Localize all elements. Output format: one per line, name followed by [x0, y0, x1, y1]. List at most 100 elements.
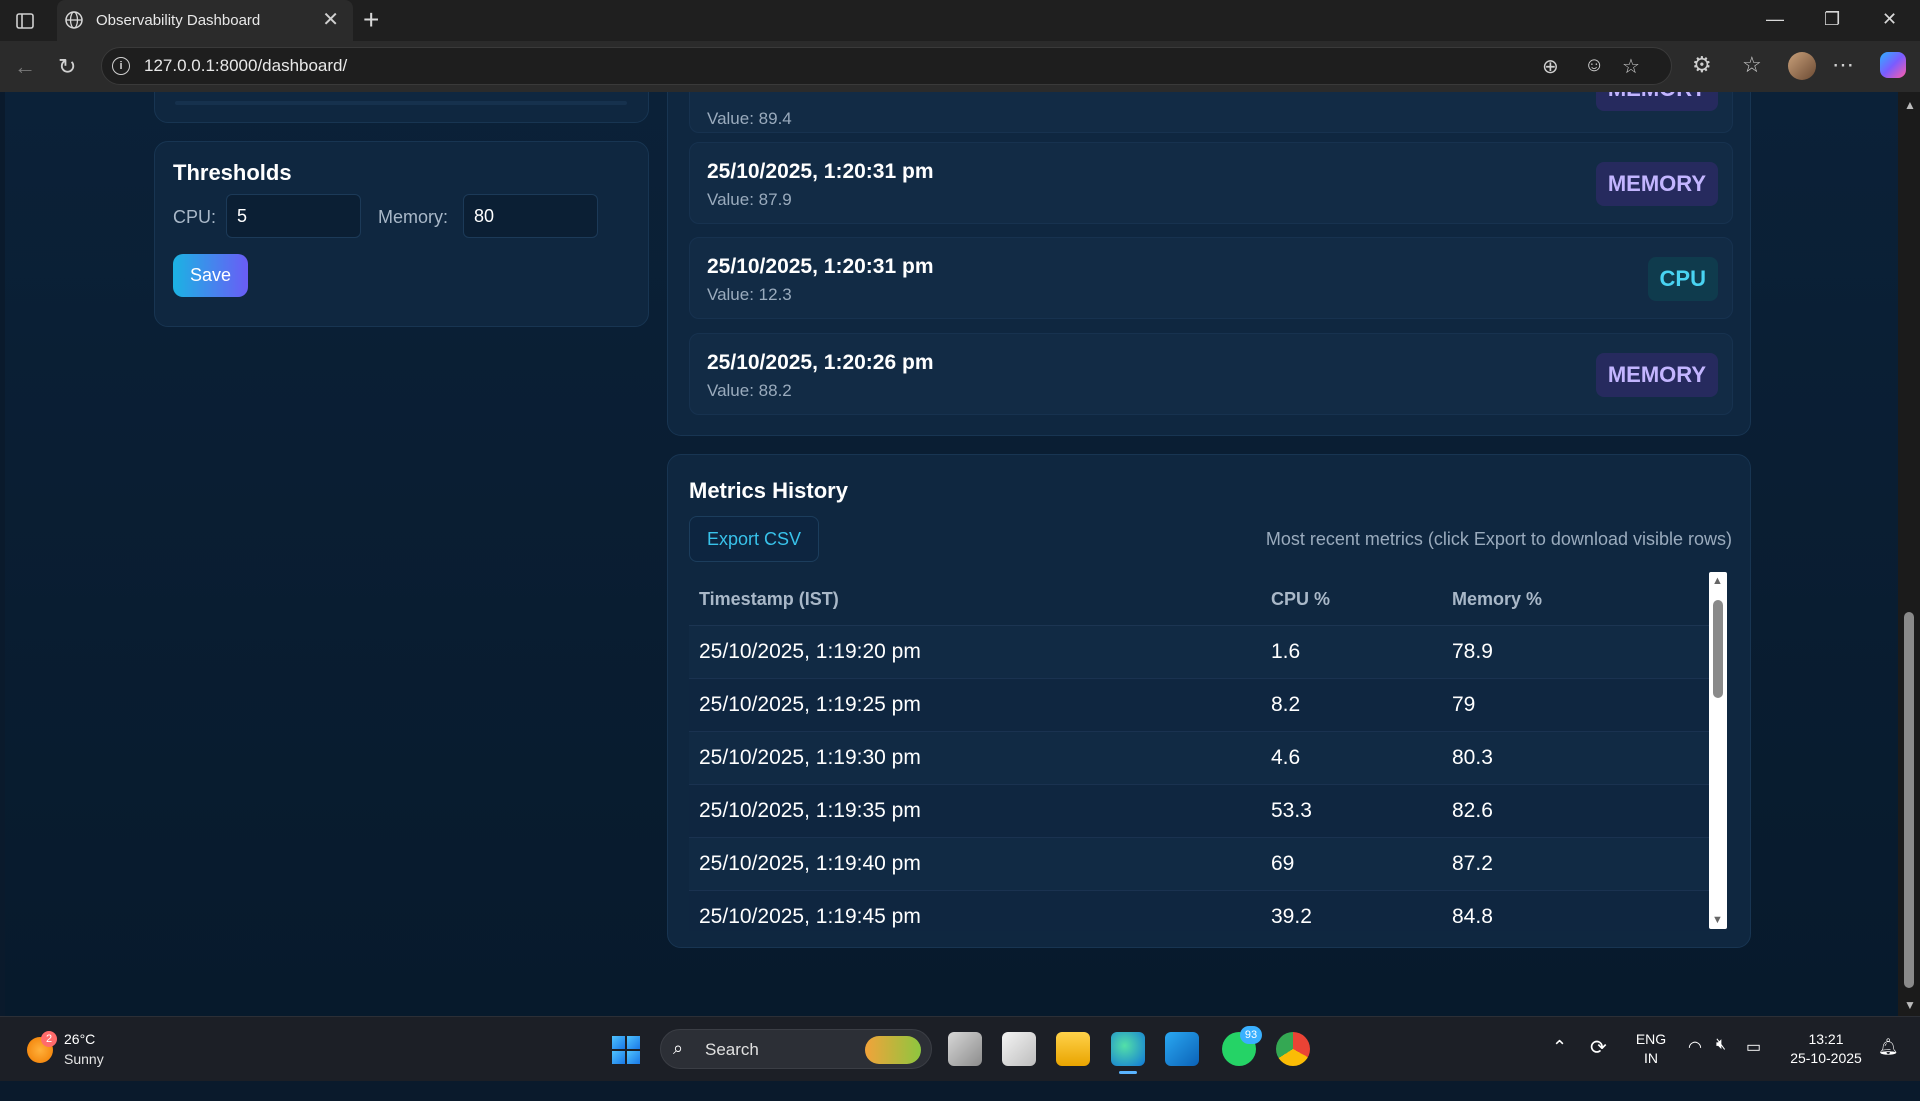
- metrics-history-title: Metrics History: [689, 478, 848, 503]
- browser-tab-active[interactable]: Observability Dashboard ✕: [57, 0, 353, 41]
- windows-taskbar: 2 26°C Sunny ⌕ Search 93 ⌃ ⟳ ENG IN ◠ 🔇︎…: [0, 1016, 1920, 1081]
- tab-close-icon[interactable]: ✕: [322, 10, 339, 30]
- column-header-timestamp: Timestamp (IST): [689, 573, 1261, 626]
- search-icon: ⌕: [673, 1038, 684, 1058]
- show-hidden-icons-chevron-icon[interactable]: ⌃: [1552, 1037, 1567, 1101]
- alert-item: 25/10/2025, 1:20:26 pm Value: 88.2 MEMOR…: [689, 333, 1733, 415]
- memory-threshold-label: Memory:: [378, 207, 449, 227]
- cpu-threshold-label: CPU:: [173, 207, 217, 227]
- table-scrollbar[interactable]: ▲ ▼: [1709, 572, 1727, 929]
- extensions-icon[interactable]: ⚙: [1692, 52, 1712, 78]
- task-view-icon[interactable]: [948, 1032, 982, 1066]
- language-indicator[interactable]: ENG IN: [1628, 1030, 1674, 1068]
- cpu-threshold-input[interactable]: [226, 194, 361, 238]
- page-scroll-up-icon[interactable]: ▲: [1904, 98, 1916, 112]
- language-line-2: IN: [1644, 1050, 1658, 1066]
- table-row: 25/10/2025, 1:19:35 pm 53.3 82.6: [689, 784, 1711, 838]
- chrome-icon[interactable]: [1276, 1032, 1310, 1066]
- weather-badge: 2: [41, 1031, 57, 1047]
- cell-cpu: 53.3: [1261, 784, 1442, 838]
- profile-avatar[interactable]: [1788, 52, 1816, 80]
- window-close-icon[interactable]: ✕: [1882, 9, 1897, 30]
- new-tab-button[interactable]: +: [363, 6, 379, 34]
- table-row: 25/10/2025, 1:19:30 pm 4.6 80.3: [689, 731, 1711, 785]
- tracking-icon[interactable]: ☺: [1584, 54, 1604, 77]
- reload-icon[interactable]: ↻: [58, 54, 76, 80]
- cell-cpu: 4.6: [1261, 731, 1442, 785]
- file-explorer-icon[interactable]: [1056, 1032, 1090, 1066]
- cell-memory: 78.9: [1442, 625, 1711, 679]
- cell-cpu: 8.2: [1261, 678, 1442, 732]
- alert-value: Value: 88.2: [707, 381, 792, 400]
- copilot-icon[interactable]: [1880, 52, 1906, 78]
- page-scrollbar[interactable]: ▲ ▼: [1898, 92, 1920, 1016]
- cell-memory: 79: [1442, 678, 1711, 732]
- wifi-icon[interactable]: ◠: [1688, 1037, 1702, 1101]
- column-header-memory: Memory %: [1442, 573, 1711, 626]
- search-label: Search: [705, 1040, 759, 1059]
- alert-value: Value: 12.3: [707, 285, 792, 304]
- cell-memory: 82.6: [1442, 784, 1711, 838]
- cell-memory: 87.2: [1442, 837, 1711, 891]
- edge-browser-icon[interactable]: [1111, 1032, 1145, 1074]
- zoom-icon[interactable]: ⊕: [1542, 54, 1559, 79]
- weather-temperature: 26°C: [64, 1031, 96, 1047]
- tab-title: Observability Dashboard: [96, 12, 261, 29]
- page-scrollbar-thumb[interactable]: [1904, 612, 1914, 988]
- url-text[interactable]: 127.0.0.1:8000/dashboard/: [144, 56, 347, 76]
- scroll-down-arrow-icon[interactable]: ▼: [1712, 914, 1723, 926]
- table-row: 25/10/2025, 1:19:45 pm 39.2 84.8: [689, 890, 1711, 931]
- cell-cpu: 1.6: [1261, 625, 1442, 679]
- save-button[interactable]: Save: [173, 254, 248, 297]
- scroll-up-arrow-icon[interactable]: ▲: [1712, 575, 1723, 587]
- cell-timestamp: 25/10/2025, 1:19:35 pm: [689, 784, 1261, 838]
- language-line-1: ENG: [1635, 1031, 1667, 1047]
- memory-threshold-input[interactable]: [463, 194, 598, 238]
- globe-icon: [64, 10, 84, 35]
- battery-icon[interactable]: ▭: [1746, 1037, 1761, 1101]
- page-scroll-down-icon[interactable]: ▼: [1904, 998, 1916, 1012]
- alert-value: Value: 87.9: [707, 190, 792, 209]
- cell-timestamp: 25/10/2025, 1:19:45 pm: [689, 890, 1261, 931]
- cell-timestamp: 25/10/2025, 1:19:20 pm: [689, 625, 1261, 679]
- volume-muted-icon[interactable]: 🔇︎: [1716, 1036, 1726, 1100]
- whatsapp-icon[interactable]: 93: [1222, 1026, 1262, 1066]
- alert-timestamp: 25/10/2025, 1:20:31 pm: [707, 255, 934, 278]
- thresholds-card: Thresholds CPU: Memory: Save: [154, 141, 649, 327]
- start-button[interactable]: [612, 1036, 640, 1064]
- export-csv-button[interactable]: Export CSV: [689, 516, 819, 562]
- partial-card-top: [154, 92, 649, 123]
- back-icon[interactable]: ←: [14, 54, 36, 80]
- whatsapp-badge: 93: [1240, 1026, 1262, 1044]
- table-row: 25/10/2025, 1:19:25 pm 8.2 79: [689, 678, 1711, 732]
- table-scrollbar-thumb[interactable]: [1713, 600, 1723, 698]
- cell-memory: 84.8: [1442, 890, 1711, 931]
- notifications-bell-icon[interactable]: 🔔︎: [1878, 1037, 1898, 1101]
- cell-memory: 80.3: [1442, 731, 1711, 785]
- alert-item-partial: Value: 89.4 MEMORY: [689, 92, 1733, 133]
- site-info-icon[interactable]: i: [112, 57, 130, 75]
- more-menu-icon[interactable]: ⋯: [1832, 52, 1854, 78]
- clock-date: 25-10-2025: [1790, 1050, 1862, 1066]
- clock-time: 13:21: [1808, 1031, 1844, 1047]
- favorite-star-icon[interactable]: ☆: [1622, 54, 1640, 79]
- metrics-history-card: Metrics History Export CSV Most recent m…: [667, 454, 1751, 948]
- metrics-table-container[interactable]: Timestamp (IST) CPU % Memory % 25/10/202…: [689, 573, 1729, 931]
- alert-badge-memory: MEMORY: [1595, 92, 1718, 111]
- address-toolbar: ← ↻ i 127.0.0.1:8000/dashboard/ ⊕ ☺ ☆ ⚙ …: [0, 41, 1920, 92]
- microsoft-store-icon[interactable]: [1002, 1032, 1036, 1066]
- alert-badge-memory: MEMORY: [1595, 353, 1718, 397]
- sync-icon[interactable]: ⟳: [1590, 1035, 1607, 1099]
- vscode-icon[interactable]: [1165, 1032, 1199, 1066]
- clock[interactable]: 13:21 25-10-2025: [1786, 1030, 1866, 1068]
- column-header-cpu: CPU %: [1261, 573, 1442, 626]
- favorites-icon[interactable]: ☆: [1742, 52, 1762, 78]
- table-row: 25/10/2025, 1:19:20 pm 1.6 78.9: [689, 625, 1711, 679]
- sidebar-toggle-icon[interactable]: [12, 8, 38, 34]
- address-bar[interactable]: i 127.0.0.1:8000/dashboard/ ⊕ ☺ ☆: [101, 47, 1672, 85]
- minimize-icon[interactable]: —: [1766, 9, 1784, 30]
- restore-icon[interactable]: ❐: [1824, 9, 1840, 30]
- taskbar-search[interactable]: ⌕ Search: [660, 1029, 932, 1069]
- cell-timestamp: 25/10/2025, 1:19:40 pm: [689, 837, 1261, 891]
- alert-badge-cpu: CPU: [1647, 257, 1718, 301]
